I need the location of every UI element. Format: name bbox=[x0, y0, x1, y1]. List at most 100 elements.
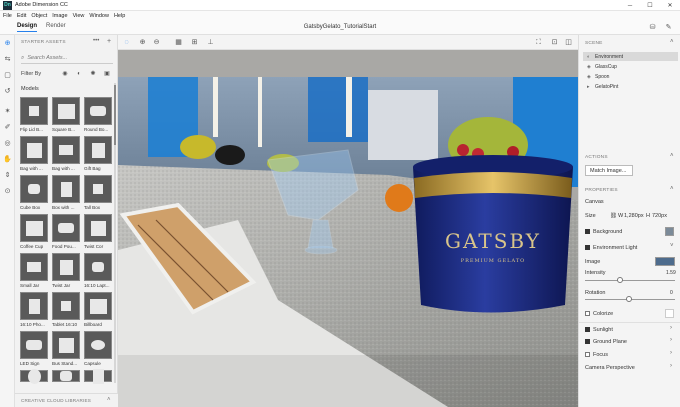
minimize-icon[interactable]: ─ bbox=[620, 0, 640, 11]
tab-render[interactable]: Render bbox=[46, 23, 66, 29]
cc-libraries-section[interactable]: CREATIVE CLOUD LIBRARIES ˄ bbox=[15, 393, 118, 407]
asset-tile[interactable]: Bus Stand... bbox=[52, 331, 80, 368]
maximize-icon[interactable]: ☐ bbox=[640, 0, 660, 11]
asset-tile[interactable]: Tablet 16:10 bbox=[52, 292, 80, 329]
add-selection-icon[interactable]: ⊕ bbox=[138, 38, 147, 47]
filter-lights-icon[interactable]: ✺ bbox=[89, 70, 97, 78]
asset-tile[interactable]: Gift Bag bbox=[84, 136, 112, 173]
asset-tile[interactable]: 16:10 Lapt... bbox=[84, 253, 112, 290]
asset-tile[interactable]: Twist Cor bbox=[84, 214, 112, 251]
orbit-icon[interactable]: ◎ bbox=[3, 139, 12, 148]
close-icon[interactable]: ✕ bbox=[660, 0, 680, 11]
asset-tile[interactable]: Food Pou... bbox=[52, 214, 80, 251]
filter-materials-icon[interactable]: ◐ bbox=[75, 70, 83, 78]
scale-tool-icon[interactable]: ▢ bbox=[3, 71, 12, 80]
asset-tile[interactable]: Capsule bbox=[84, 331, 112, 368]
sunlight-chevron-icon[interactable]: › bbox=[670, 325, 672, 331]
filter-models-icon[interactable]: ◉ bbox=[61, 70, 69, 78]
snap-icon[interactable]: ▦ bbox=[174, 38, 183, 47]
asset-tile[interactable]: Coffee Cup bbox=[20, 214, 48, 251]
subtract-selection-icon[interactable]: ⊖ bbox=[152, 38, 161, 47]
menu-view[interactable]: View bbox=[73, 13, 85, 19]
menu-image[interactable]: Image bbox=[52, 13, 67, 19]
actions-collapse-icon[interactable]: ˄ bbox=[670, 153, 674, 159]
asset-tile[interactable]: 16:10 Pho... bbox=[20, 292, 48, 329]
select-tool-icon[interactable]: ⊕ bbox=[3, 39, 12, 48]
asset-tile[interactable]: Billboard bbox=[84, 292, 112, 329]
intensity-slider[interactable] bbox=[585, 280, 675, 281]
more-options-icon[interactable]: ••• bbox=[93, 38, 99, 44]
add-icon[interactable]: + bbox=[107, 38, 111, 45]
sunlight-checkbox[interactable] bbox=[585, 327, 590, 332]
scene-item-spoon[interactable]: ◈ Spoon bbox=[583, 72, 678, 81]
ground-plane-chevron-icon[interactable]: › bbox=[670, 337, 672, 343]
environment-light-checkbox[interactable] bbox=[585, 245, 590, 250]
background-checkbox[interactable] bbox=[585, 229, 590, 234]
rotation-slider-knob[interactable] bbox=[626, 296, 632, 302]
hand-tool-icon[interactable]: ✋ bbox=[3, 155, 12, 164]
focus-chevron-icon[interactable]: › bbox=[670, 350, 672, 356]
dolly-tool-icon[interactable]: ⇕ bbox=[3, 171, 12, 180]
asset-tile[interactable] bbox=[84, 368, 112, 384]
chevron-up-icon[interactable]: ˄ bbox=[107, 397, 111, 403]
search-input[interactable] bbox=[27, 55, 108, 61]
asset-tile[interactable]: Tall Box bbox=[84, 175, 112, 212]
frame-icon[interactable]: ⛶ bbox=[534, 38, 543, 47]
asset-tile[interactable]: LED Sign bbox=[20, 331, 48, 368]
scene-collapse-icon[interactable]: ˄ bbox=[670, 39, 674, 45]
menu-edit[interactable]: Edit bbox=[17, 13, 26, 19]
menu-window[interactable]: Window bbox=[89, 13, 109, 19]
asset-tile[interactable]: Small Jar bbox=[20, 253, 48, 290]
ground-plane-checkbox[interactable] bbox=[585, 339, 590, 344]
rotation-value[interactable]: 0 bbox=[670, 290, 673, 296]
menu-help[interactable]: Help bbox=[114, 13, 125, 19]
canvas-bg-top bbox=[118, 50, 578, 77]
focus-checkbox[interactable] bbox=[585, 352, 590, 357]
cart-icon[interactable]: ⛁ bbox=[648, 23, 657, 32]
asset-tile[interactable]: Bag with ... bbox=[20, 136, 48, 173]
scene-item-glasscup[interactable]: ◈ GlassCup bbox=[583, 62, 678, 71]
drop-to-ground-icon[interactable]: ⊥ bbox=[206, 38, 215, 47]
asset-tile[interactable]: Twist Jar bbox=[52, 253, 80, 290]
match-image-button[interactable]: Match Image... bbox=[585, 165, 633, 176]
rotate-tool-icon[interactable]: ↺ bbox=[3, 87, 12, 96]
camera-icon[interactable]: ◫ bbox=[564, 38, 573, 47]
bookmark-icon[interactable]: ⊡ bbox=[550, 38, 559, 47]
canvas-viewport[interactable]: GATSBY PREMIUM GELATO bbox=[118, 50, 578, 407]
link-icon[interactable]: ⛓ bbox=[610, 213, 617, 219]
asset-tile[interactable]: Square B... bbox=[52, 97, 80, 134]
scene-item-environment[interactable]: ◐ Environment bbox=[583, 52, 678, 61]
assets-scroll-thumb[interactable] bbox=[114, 85, 116, 145]
tab-design[interactable]: Design bbox=[17, 23, 38, 32]
intensity-slider-knob[interactable] bbox=[617, 277, 623, 283]
background-swatch[interactable] bbox=[665, 227, 674, 236]
properties-collapse-icon[interactable]: ˄ bbox=[670, 186, 674, 192]
height-field[interactable]: 720px bbox=[652, 213, 667, 219]
menu-file[interactable]: File bbox=[3, 13, 12, 19]
asset-tile[interactable]: Box with ... bbox=[52, 175, 80, 212]
camera-perspective-chevron-icon[interactable]: › bbox=[670, 363, 672, 369]
width-field[interactable]: 1,280px bbox=[624, 213, 644, 219]
intensity-value[interactable]: 1.59 bbox=[666, 270, 676, 276]
asset-tile[interactable]: Round Bo... bbox=[84, 97, 112, 134]
selection-mode-icon[interactable]: ◌ bbox=[122, 38, 131, 47]
colorize-checkbox[interactable] bbox=[585, 311, 590, 316]
environment-image-thumbnail[interactable] bbox=[655, 257, 675, 266]
asset-tile[interactable]: Flip Lid B... bbox=[20, 97, 48, 134]
filter-images-icon[interactable]: ▣ bbox=[103, 70, 111, 78]
colorize-swatch[interactable] bbox=[665, 309, 674, 318]
magic-wand-icon[interactable]: ✶ bbox=[3, 107, 12, 116]
move-tool-icon[interactable]: ⇆ bbox=[3, 55, 12, 64]
zoom-tool-icon[interactable]: ⊙ bbox=[3, 187, 12, 196]
asset-tile[interactable]: Bag with ... bbox=[52, 136, 80, 173]
asset-shape-icon bbox=[60, 371, 72, 381]
asset-tile[interactable] bbox=[20, 368, 48, 384]
eyedropper-icon[interactable]: ✐ bbox=[3, 123, 12, 132]
align-icon[interactable]: ⊞ bbox=[190, 38, 199, 47]
menu-object[interactable]: Object bbox=[31, 13, 47, 19]
asset-tile[interactable]: Cube Box bbox=[20, 175, 48, 212]
environment-light-chevron-icon[interactable]: ˅ bbox=[670, 243, 674, 249]
asset-tile[interactable] bbox=[52, 370, 80, 382]
scene-item-gelatopint[interactable]: ▸ GelatoPint bbox=[583, 82, 678, 91]
learn-icon[interactable]: ✎ bbox=[664, 23, 673, 32]
